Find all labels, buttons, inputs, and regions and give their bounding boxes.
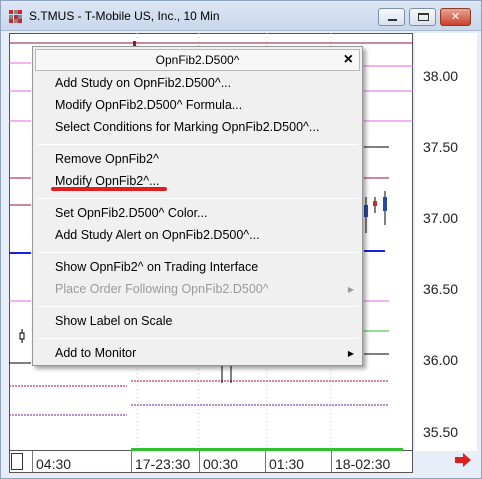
menu-separator xyxy=(37,144,358,145)
time-tick xyxy=(32,451,33,472)
time-label: 17-23:30 xyxy=(135,456,191,472)
time-label: 04:30 xyxy=(36,456,72,472)
price-label: 38.00 xyxy=(423,68,459,84)
menu-separator xyxy=(37,252,358,253)
minimize-button[interactable] xyxy=(378,8,405,26)
maximize-button[interactable] xyxy=(409,8,436,26)
title-bar[interactable]: S.TMUS - T-Mobile US, Inc., 10 Min ✕ xyxy=(1,1,481,31)
app-logo-icon xyxy=(9,10,22,23)
price-label: 36.50 xyxy=(423,281,459,297)
menu-item-remove[interactable]: Remove OpnFib2^ xyxy=(55,152,159,166)
menu-separator xyxy=(37,306,358,307)
time-label: 00:30 xyxy=(203,456,239,472)
menu-item-show-label[interactable]: Show Label on Scale xyxy=(55,314,172,328)
minimize-icon xyxy=(388,19,397,21)
menu-item-add-alert[interactable]: Add Study Alert on OpnFib2.D500^... xyxy=(55,228,260,242)
time-label: 18-02:30 xyxy=(335,456,391,472)
time-label: 01:30 xyxy=(269,456,305,472)
time-tick xyxy=(199,451,200,472)
menu-item-show-on-trading[interactable]: Show OpnFib2^ on Trading Interface xyxy=(55,260,258,274)
price-label: 37.00 xyxy=(423,210,459,226)
close-icon: ✕ xyxy=(450,11,461,23)
menu-header: OpnFib2.D500^ × xyxy=(35,49,360,71)
submenu-arrow-icon: ▶ xyxy=(347,285,354,294)
price-label: 36.00 xyxy=(423,352,459,368)
menu-item-add-to-monitor[interactable]: Add to Monitor xyxy=(55,346,136,360)
window-title: S.TMUS - T-Mobile US, Inc., 10 Min xyxy=(29,9,220,23)
time-axis-box[interactable] xyxy=(11,453,23,470)
price-label: 35.50 xyxy=(423,424,459,440)
time-tick xyxy=(131,451,132,472)
menu-title: OpnFib2.D500^ xyxy=(155,53,240,67)
price-scale[interactable] xyxy=(415,33,477,451)
menu-separator xyxy=(37,198,358,199)
session-indicator-strip xyxy=(131,448,403,451)
time-tick xyxy=(265,451,266,472)
price-label: 37.50 xyxy=(423,139,459,155)
close-button[interactable]: ✕ xyxy=(440,8,471,26)
menu-item-place-order[interactable]: Place Order Following OpnFib2.D500^ xyxy=(55,282,269,296)
highlight-underline xyxy=(51,187,167,191)
menu-item-select-conditions[interactable]: Select Conditions for Marking OpnFib2.D5… xyxy=(55,120,319,134)
menu-item-add-study[interactable]: Add Study on OpnFib2.D500^... xyxy=(55,76,231,90)
menu-separator xyxy=(37,338,358,339)
menu-close-icon[interactable]: × xyxy=(344,50,353,70)
submenu-arrow-icon: ▶ xyxy=(347,349,354,358)
context-menu: OpnFib2.D500^ × Add Study on OpnFib2.D50… xyxy=(32,46,363,366)
menu-item-modify-formula[interactable]: Modify OpnFib2.D500^ Formula... xyxy=(55,98,242,112)
menu-item-set-color[interactable]: Set OpnFib2.D500^ Color... xyxy=(55,206,207,220)
time-tick xyxy=(331,451,332,472)
menu-item-modify[interactable]: Modify OpnFib2^... xyxy=(55,174,160,188)
scroll-right-arrow-icon[interactable] xyxy=(453,452,473,468)
chart-window: S.TMUS - T-Mobile US, Inc., 10 Min ✕ 38.… xyxy=(0,0,482,479)
maximize-icon xyxy=(418,13,429,21)
